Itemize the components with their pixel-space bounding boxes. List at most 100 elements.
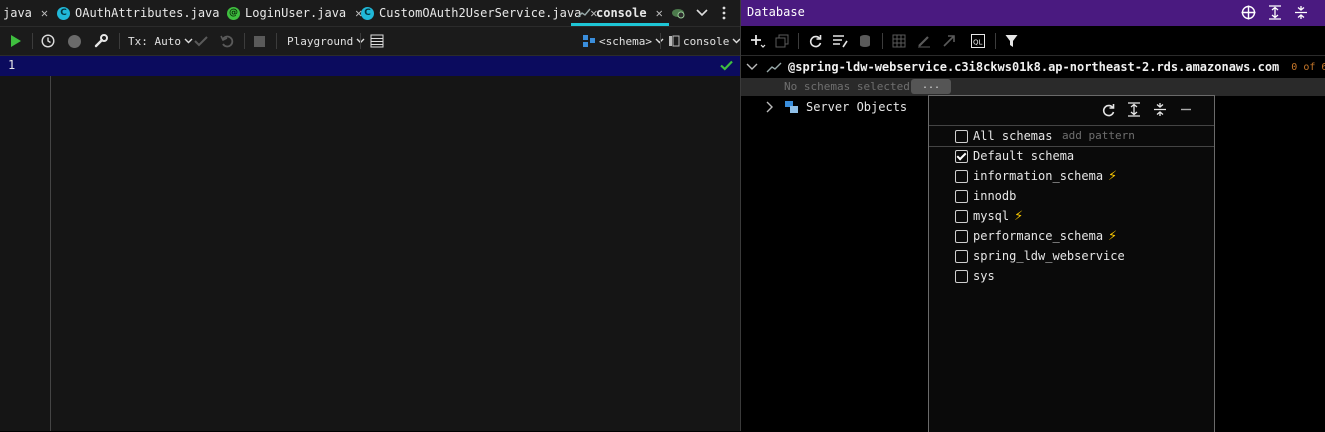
schema-option-label: performance_schema (973, 229, 1104, 243)
toolbar-divider (276, 33, 277, 49)
stop-button[interactable] (254, 27, 265, 55)
expand-all-button[interactable] (1268, 5, 1282, 23)
refresh-button[interactable] (808, 34, 822, 51)
all-schemas-checkbox[interactable]: All schemas (955, 126, 1052, 146)
checkbox[interactable] (955, 169, 968, 183)
collapse-all-button[interactable] (1294, 5, 1308, 23)
no-schemas-text: No schemas selected (784, 80, 910, 93)
popup-minimize-button[interactable] (1180, 102, 1192, 120)
chevron-down-icon (184, 38, 193, 44)
playground-dropdown[interactable]: Playground (287, 27, 365, 55)
schema-compare-button[interactable] (832, 34, 848, 51)
undo-icon (220, 35, 234, 48)
introspection-bolt-icon: ⚡ (1108, 168, 1118, 184)
playground-label: Playground (287, 34, 354, 48)
schema-count: 0 of 6 (1291, 61, 1325, 73)
tab-label: console (596, 6, 647, 20)
schema-label: <schema> (599, 34, 652, 48)
server-objects-label: Server Objects (806, 100, 908, 114)
schema-option-default-schema[interactable]: Default schema (955, 146, 1074, 166)
checkbox[interactable] (955, 209, 968, 223)
schema-option-innodb[interactable]: innodb (955, 186, 1016, 206)
popup-refresh-button[interactable] (1101, 103, 1115, 120)
panel-splitter[interactable] (740, 0, 741, 431)
checkbox[interactable] (955, 129, 968, 143)
refresh-icon (809, 35, 822, 48)
arrow-icon (943, 35, 955, 47)
collapse-all-icon (1295, 6, 1307, 19)
duplicate-button[interactable] (775, 34, 789, 51)
schema-option-mysql[interactable]: mysql ⚡ (955, 206, 1023, 226)
close-icon[interactable]: ✕ (656, 6, 663, 20)
more-vertical-icon (722, 6, 726, 20)
collapse-all-icon (1154, 103, 1166, 116)
toolbar-divider (882, 33, 883, 49)
schema-option-sys[interactable]: sys (955, 266, 995, 286)
schema-sync-icon (833, 35, 848, 48)
tab-java[interactable]: java ✕ (3, 0, 48, 26)
connection-node[interactable]: @spring-ldw-webservice.c3i8ckws01k8.ap-n… (746, 58, 1325, 76)
stop-circle-button[interactable] (68, 27, 81, 55)
check-icon (720, 60, 733, 71)
popup-collapse-all-button[interactable] (1153, 102, 1167, 120)
expand-all-icon (1269, 5, 1281, 20)
database-tab-icon[interactable] (670, 0, 686, 26)
ql-console-icon: QL (971, 34, 985, 48)
rollback-button[interactable] (220, 27, 234, 55)
crosshair-icon (1241, 5, 1256, 20)
ellipsis-button[interactable]: ... (911, 79, 951, 94)
tab-customoauth2userservice[interactable]: C CustomOAuth2UserService.java ✕ (361, 0, 598, 26)
schema-option-spring-ldw-webservice[interactable]: spring_ldw_webservice (955, 246, 1125, 266)
schema-option-performance-schema[interactable]: performance_schema ⚡ (955, 226, 1117, 246)
checkbox[interactable] (955, 189, 968, 203)
checkbox[interactable] (955, 269, 968, 283)
schema-option-label: Default schema (973, 149, 1075, 163)
jump-to-source-button[interactable] (942, 34, 956, 51)
current-line-highlight[interactable] (0, 56, 740, 76)
annotation-icon: @ (227, 6, 240, 20)
output-layout-button[interactable] (370, 27, 384, 55)
play-icon (11, 35, 21, 47)
no-problems-indicator[interactable] (720, 60, 733, 74)
query-console-button[interactable]: QL (971, 34, 985, 51)
copy-icon (775, 34, 789, 48)
line-number-gutter (0, 56, 51, 431)
checkbox[interactable] (955, 149, 968, 163)
schema-selection-popup: All schemas add pattern Default schema in… (928, 95, 1215, 432)
popup-expand-all-button[interactable] (1127, 102, 1141, 120)
database-panel-title: Database (747, 5, 805, 19)
connection-name: @spring-ldw-webservice.c3i8ckws01k8.ap-n… (788, 60, 1280, 74)
edit-button[interactable] (917, 34, 931, 51)
database-panel-header: Database (741, 0, 1325, 26)
schema-option-information-schema[interactable]: information_schema ⚡ (955, 166, 1117, 186)
new-button[interactable] (750, 34, 766, 51)
schema-option-label: mysql (973, 209, 1010, 223)
tab-oauthattributes[interactable]: C OAuthAttributes.java ✕ (57, 0, 236, 26)
transaction-mode-dropdown[interactable]: Tx: Auto (128, 27, 193, 55)
data-source-properties-button[interactable] (858, 34, 872, 51)
more-options-button[interactable] (722, 0, 726, 26)
tab-console[interactable]: console ✕ (571, 0, 669, 26)
locate-button[interactable] (1241, 5, 1256, 23)
session-selector[interactable]: console (668, 27, 741, 55)
schema-selector[interactable]: <schema> (582, 27, 664, 55)
toolbar-divider (244, 33, 245, 49)
close-icon[interactable]: ✕ (41, 6, 48, 20)
tx-mode-label: Tx: Auto (128, 34, 181, 48)
commit-button[interactable] (194, 27, 208, 55)
server-objects-node[interactable]: Server Objects (766, 98, 907, 116)
schema-option-label: spring_ldw_webservice (973, 249, 1125, 263)
record-icon (68, 34, 81, 48)
tabs-dropdown-button[interactable] (696, 0, 708, 26)
filter-button[interactable] (1005, 34, 1018, 51)
tab-loginuser[interactable]: @ LoginUser.java ✕ (227, 0, 362, 26)
settings-button[interactable] (94, 27, 108, 55)
table-view-button[interactable] (892, 34, 906, 51)
history-button[interactable] (41, 27, 55, 55)
database-toolbar: QL (741, 27, 1325, 56)
no-schemas-row[interactable]: No schemas selected ... (741, 78, 1325, 96)
checkbox[interactable] (955, 229, 968, 243)
checkbox[interactable] (955, 249, 968, 263)
run-button[interactable] (10, 27, 22, 55)
add-pattern-input[interactable]: add pattern (1062, 129, 1135, 142)
